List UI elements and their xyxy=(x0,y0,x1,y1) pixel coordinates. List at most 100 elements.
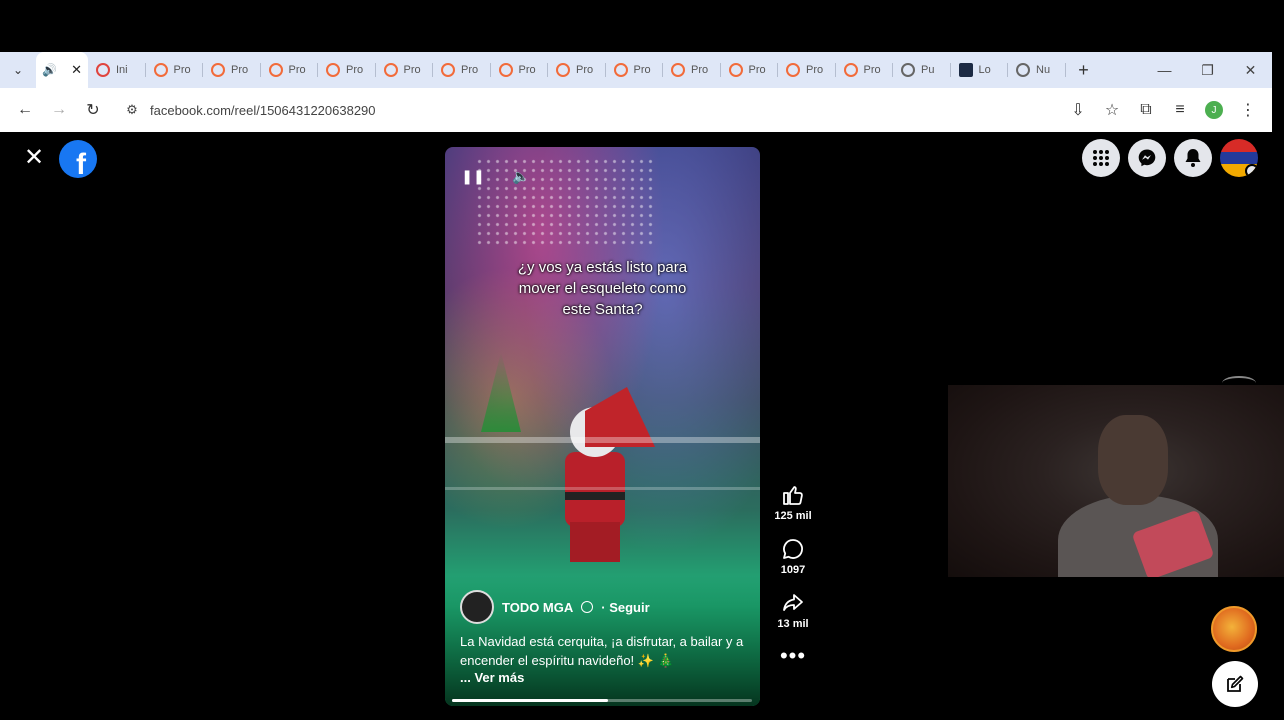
tab-title: Pu xyxy=(921,64,935,76)
like-button[interactable]: 125 mil xyxy=(774,482,812,522)
tab-title: Pro xyxy=(518,64,536,76)
bookmark-star-icon[interactable]: ☆ xyxy=(1096,93,1128,127)
orange-favicon-icon xyxy=(556,63,570,77)
browser-tab[interactable]: Pro xyxy=(721,52,778,88)
profile-button[interactable]: J xyxy=(1198,93,1230,127)
browser-tab[interactable]: Pro xyxy=(146,52,203,88)
facebook-top-nav xyxy=(1082,139,1258,177)
video-progress-fill xyxy=(452,699,608,702)
orange-favicon-icon xyxy=(268,63,283,77)
new-tab-button[interactable]: + xyxy=(1066,52,1102,88)
tab-title: Pro xyxy=(633,64,651,76)
forward-button[interactable]: → xyxy=(42,93,76,127)
account-avatar[interactable] xyxy=(1220,139,1258,177)
shelf xyxy=(445,437,760,443)
browser-menu-icon[interactable]: ⋮ xyxy=(1232,93,1264,127)
orange-favicon-icon xyxy=(153,63,168,77)
minimize-icon[interactable]: — xyxy=(1143,52,1186,88)
reload-button[interactable]: ↻ xyxy=(76,93,110,127)
browser-tab[interactable]: Nu xyxy=(1008,52,1066,88)
browser-tab[interactable]: Pro xyxy=(778,52,836,88)
video-progress-bar[interactable] xyxy=(452,699,752,702)
new-message-button[interactable] xyxy=(1212,661,1258,707)
browser-tab[interactable]: Pro xyxy=(836,52,893,88)
volume-icon[interactable]: 🔈 xyxy=(510,165,532,187)
window-close-icon[interactable]: ✕ xyxy=(1229,52,1272,88)
tab-title: Pro xyxy=(346,64,364,76)
url-text: facebook.com/reel/1506431220638290 xyxy=(150,102,376,118)
close-reel-icon[interactable]: ✕ xyxy=(22,146,46,170)
facebook-logo-icon[interactable]: f xyxy=(59,140,97,178)
profile-avatar: J xyxy=(1205,101,1223,119)
verified-icon xyxy=(581,601,594,613)
tab-title: Pro xyxy=(576,64,594,76)
tab-title: Nu xyxy=(1036,64,1051,76)
tab-title: Pro xyxy=(173,64,191,76)
author-row: TODO MGA · Seguir xyxy=(460,590,650,624)
menu-grid-button[interactable] xyxy=(1082,139,1120,177)
globe-favicon-icon xyxy=(1016,63,1030,77)
orange-favicon-icon xyxy=(498,63,513,77)
dark-square-favicon-icon xyxy=(958,63,973,77)
orange-favicon-icon xyxy=(441,63,455,77)
reel-actions: 125 mil 1097 13 mil ••• xyxy=(770,482,816,667)
see-more-link[interactable]: ... Ver más xyxy=(460,670,524,685)
messenger-button[interactable] xyxy=(1128,139,1166,177)
comment-button[interactable]: 1097 xyxy=(780,536,806,576)
chat-head-avatar[interactable] xyxy=(1211,606,1257,652)
share-button[interactable]: 13 mil xyxy=(777,590,809,630)
browser-tab[interactable]: Ini xyxy=(88,52,146,88)
tab-title: Pro xyxy=(461,64,479,76)
back-button[interactable]: ← xyxy=(8,93,42,127)
reel-video[interactable]: ❚❚ 🔈 ¿y vos ya estás listo para mover el… xyxy=(445,147,760,706)
shelf xyxy=(445,487,760,490)
tab-title: Ini xyxy=(116,64,128,76)
browser-toolbar: ← → ↻ ⚙ facebook.com/reel/15064312206382… xyxy=(0,88,1272,132)
author-avatar[interactable] xyxy=(460,590,494,624)
tab-search-chevron-icon[interactable]: ⌄ xyxy=(0,52,36,88)
browser-tab[interactable]: Pro xyxy=(433,52,491,88)
comment-icon xyxy=(783,539,803,559)
comment-count: 1097 xyxy=(780,564,806,576)
browser-tab[interactable]: Pro xyxy=(548,52,606,88)
speaker-icon[interactable]: 🔊 xyxy=(42,63,57,77)
notifications-button[interactable] xyxy=(1174,139,1212,177)
browser-tab[interactable]: Pu xyxy=(893,52,951,88)
gray-favicon-icon xyxy=(901,63,915,77)
orange-favicon-icon xyxy=(671,63,685,77)
author-name[interactable]: TODO MGA xyxy=(502,600,573,615)
video-caption: ¿y vos ya estás listo para mover el esqu… xyxy=(445,257,760,320)
follow-link[interactable]: · Seguir xyxy=(601,600,649,615)
caption-line: ¿y vos ya estás listo para xyxy=(517,259,688,276)
media-control-icon[interactable]: ≡ xyxy=(1164,93,1196,127)
tab-title: Pro xyxy=(231,64,249,76)
extensions-icon[interactable]: ⧉ xyxy=(1130,93,1162,127)
browser-tab[interactable]: Pro xyxy=(376,52,433,88)
site-info-icon[interactable]: ⚙ xyxy=(118,102,146,118)
browser-tab[interactable]: Pro xyxy=(318,52,376,88)
christmas-tree xyxy=(481,352,521,432)
browser-tab[interactable]: Lo xyxy=(951,52,1008,88)
restore-icon[interactable]: ❐ xyxy=(1186,52,1229,88)
orange-favicon-icon xyxy=(326,63,340,77)
pause-icon[interactable]: ❚❚ xyxy=(461,165,484,187)
tab-title: Pro xyxy=(806,64,824,76)
browser-tab[interactable]: Pro xyxy=(606,52,663,88)
grid-icon xyxy=(1093,150,1109,166)
browser-tab[interactable]: Pro xyxy=(491,52,548,88)
share-count: 13 mil xyxy=(777,618,809,630)
caption-line: mover el esqueleto como xyxy=(518,280,687,297)
orange-favicon-icon xyxy=(211,63,225,77)
browser-tab[interactable]: Pro xyxy=(203,52,261,88)
tab-title: Pro xyxy=(288,64,306,76)
tab-close-icon[interactable]: ✕ xyxy=(71,62,82,78)
browser-tab[interactable]: Pro xyxy=(663,52,721,88)
tab-active[interactable]: 🔊 ✕ xyxy=(36,52,88,88)
like-count: 125 mil xyxy=(774,510,812,522)
browser-tab-strip: ⌄ 🔊 ✕ Ini Pro Pro Pro Pro Pro Pro Pro Pro Pro Pro P… xyxy=(0,52,1272,88)
browser-tab[interactable]: Pro xyxy=(261,52,318,88)
install-app-icon[interactable]: ⇩ xyxy=(1062,93,1094,127)
orange-favicon-icon xyxy=(383,63,398,77)
address-bar[interactable]: ⚙ facebook.com/reel/1506431220638290 xyxy=(118,94,1054,126)
more-options-icon[interactable]: ••• xyxy=(780,645,806,667)
